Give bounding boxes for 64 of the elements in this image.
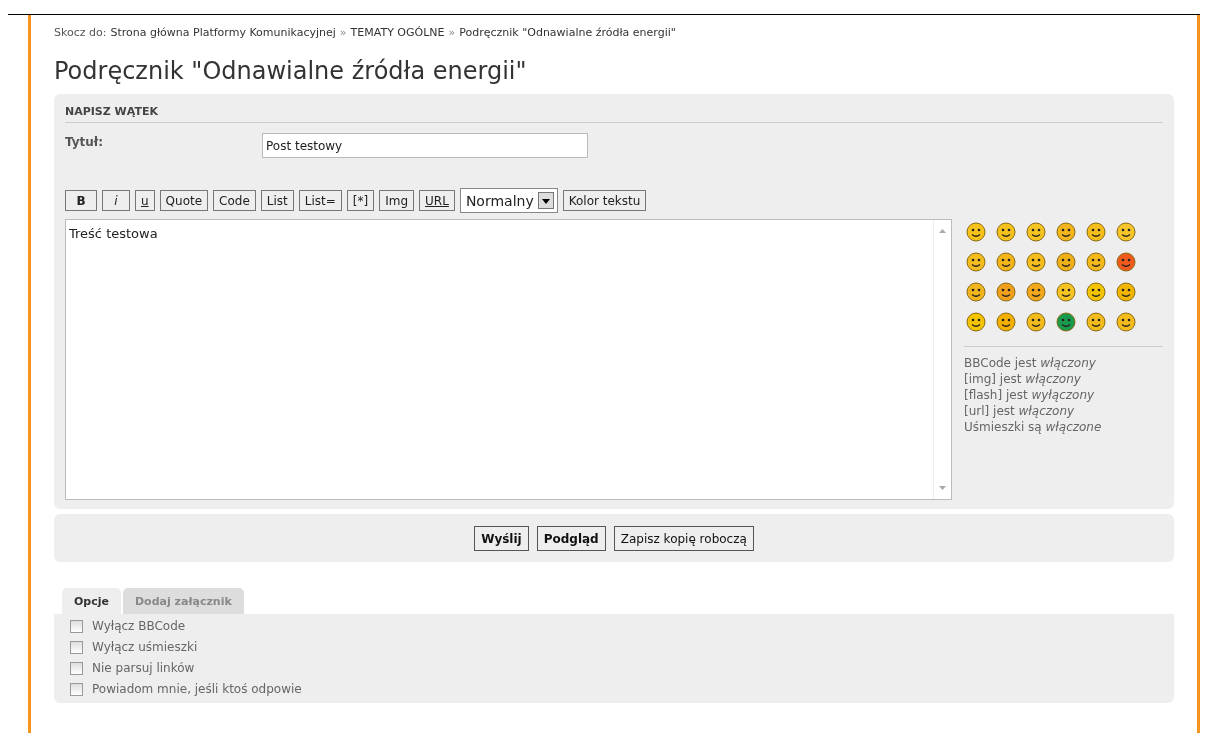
bbcode-status: [flash] jest wyłączony [964, 387, 1096, 403]
smiley-icon[interactable] [1056, 222, 1076, 242]
submit-button[interactable]: Wyślij [474, 526, 529, 551]
format-button[interactable]: B [65, 190, 97, 211]
option-label: Wyłącz uśmieszki [92, 640, 198, 654]
checkbox[interactable] [70, 640, 83, 654]
message-field[interactable]: Treść testowa [65, 219, 952, 500]
smiley-icon[interactable] [996, 222, 1016, 242]
breadcrumb-link[interactable]: TEMATY OGÓLNE [350, 26, 445, 39]
smiley-icon[interactable] [1086, 282, 1106, 302]
smiley-icon[interactable] [996, 312, 1016, 332]
smiley-icon[interactable] [996, 282, 1016, 302]
bbcode-status: Uśmieszki są włączone [964, 419, 1103, 435]
subject-field[interactable]: Post testowy [262, 133, 588, 158]
submit-button[interactable]: Podgląd [536, 526, 606, 551]
smiley-icon[interactable] [1116, 282, 1136, 302]
smiley-icon[interactable] [1026, 252, 1046, 272]
format-button[interactable]: u [135, 190, 155, 211]
option-label: Nie parsuj linków [92, 661, 195, 675]
format-button[interactable]: [*] [346, 190, 375, 211]
format-button[interactable]: i [102, 190, 130, 211]
smiley-icon[interactable] [1116, 222, 1136, 242]
smiley-icon[interactable] [1086, 222, 1106, 242]
breadcrumb-separator: » [339, 26, 347, 39]
format-button[interactable]: List [260, 190, 294, 211]
smiley-icon[interactable] [1026, 312, 1046, 332]
bbcode-status: BBCode jest włączony [964, 355, 1097, 371]
format-button[interactable]: Code [213, 190, 256, 211]
breadcrumb-separator: » [448, 26, 456, 39]
checkbox[interactable] [70, 682, 83, 696]
option-label: Wyłącz BBCode [92, 619, 186, 633]
smiley-icon[interactable] [1116, 252, 1136, 272]
smiley-icon[interactable] [1086, 252, 1106, 272]
smiley-icon[interactable] [1056, 282, 1076, 302]
smiley-icon[interactable] [1026, 222, 1046, 242]
checkbox[interactable] [70, 661, 83, 675]
format-button[interactable]: List= [298, 190, 342, 211]
smiley-icon[interactable] [1026, 282, 1046, 302]
smiley-icon[interactable] [966, 282, 986, 302]
breadcrumb-link[interactable]: Strona główna Platformy Komunikacyjnej [110, 26, 336, 39]
option-label: Powiadom mnie, jeśli ktoś odpowie [92, 682, 302, 696]
format-button[interactable]: URL [419, 190, 455, 211]
smiley-icon[interactable] [1056, 312, 1076, 332]
page-title: Podręcznik "Odnawialne źródła energii" [54, 57, 528, 85]
smiley-icon[interactable] [966, 252, 986, 272]
text-color-button[interactable]: Kolor tekstu [562, 190, 647, 211]
smiley-icon[interactable] [1116, 312, 1136, 332]
smiley-icon[interactable] [966, 312, 986, 332]
font-size-dropdown[interactable]: Normalny [459, 188, 558, 213]
smiley-icon[interactable] [1086, 312, 1106, 332]
smiley-icon[interactable] [966, 222, 986, 242]
subject-label: Tytuł: [65, 135, 105, 149]
bbcode-status: [img] jest włączony [964, 371, 1082, 387]
tab[interactable]: Opcje [62, 588, 121, 614]
section-heading: NAPISZ WĄTEK [65, 102, 1163, 123]
format-button[interactable]: Quote [159, 190, 209, 211]
format-button[interactable]: Img [379, 190, 415, 211]
breadcrumb-link[interactable]: Podręcznik "Odnawialne źródła energii" [459, 26, 676, 39]
smiley-icon[interactable] [996, 252, 1016, 272]
smiley-icon[interactable] [1056, 252, 1076, 272]
bbcode-status: [url] jest włączony [964, 403, 1076, 419]
breadcrumb-label: Skocz do: [54, 26, 107, 39]
submit-button[interactable]: Zapisz kopię roboczą [613, 526, 754, 551]
checkbox[interactable] [70, 619, 83, 633]
